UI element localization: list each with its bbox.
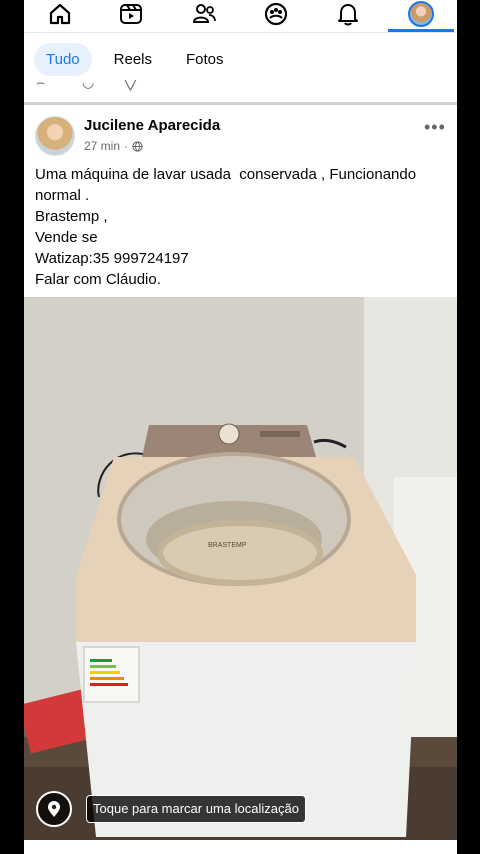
- filter-tabs: Tudo Reels Fotos: [24, 38, 457, 80]
- like-icon: ⌢: [36, 80, 46, 90]
- share-icon: ╲╱: [122, 80, 139, 90]
- more-options-button[interactable]: •••: [424, 117, 446, 138]
- tab-reels[interactable]: Reels: [102, 43, 164, 76]
- groups-icon[interactable]: [256, 0, 296, 28]
- post-text-line: Watizap:35 999724197: [35, 250, 189, 267]
- friends-icon[interactable]: [184, 0, 224, 28]
- app-frame: Tudo Reels Fotos ⌢ ◡ ╲╱ Jucilene Apareci…: [24, 0, 457, 854]
- top-nav: [24, 0, 457, 33]
- profile-avatar[interactable]: [401, 0, 441, 28]
- post-photo[interactable]: BRASTEMP Toque para marcar uma localizaç…: [24, 297, 457, 840]
- post-text-line: normal .: [35, 187, 90, 204]
- post-time[interactable]: 27 min: [84, 139, 120, 153]
- globe-icon: [132, 140, 143, 152]
- post-text-line: Vende se: [35, 229, 98, 246]
- washing-machine-illustration: BRASTEMP: [24, 297, 457, 840]
- notifications-icon[interactable]: [328, 0, 368, 28]
- tab-fotos[interactable]: Fotos: [174, 43, 236, 76]
- post-header: Jucilene Aparecida 27 min · •••: [24, 105, 457, 165]
- post-text: Uma máquina de lavar usada conservada , …: [35, 164, 450, 290]
- location-pin-button[interactable]: [36, 791, 72, 827]
- post-text-line: Falar com Cláudio.: [35, 271, 161, 288]
- reels-icon[interactable]: [111, 0, 151, 28]
- photo-bottom-strip: [24, 840, 457, 854]
- author-avatar[interactable]: [35, 116, 75, 156]
- post-text-line: Brastemp ,: [35, 208, 108, 225]
- tag-location-prompt[interactable]: Toque para marcar uma localização: [86, 795, 306, 823]
- post-text-line: Uma máquina de lavar usada conservada , …: [35, 166, 417, 183]
- location-pin-icon: [48, 801, 60, 817]
- post-meta: 27 min ·: [84, 139, 143, 153]
- author-name[interactable]: Jucilene Aparecida: [84, 117, 220, 134]
- previous-post-actions: ⌢ ◡ ╲╱: [24, 80, 457, 105]
- tab-tudo[interactable]: Tudo: [34, 42, 92, 76]
- active-tab-indicator: [388, 29, 454, 32]
- home-icon[interactable]: [40, 0, 80, 28]
- brand-label: BRASTEMP: [208, 542, 247, 549]
- comment-icon: ◡: [82, 80, 95, 90]
